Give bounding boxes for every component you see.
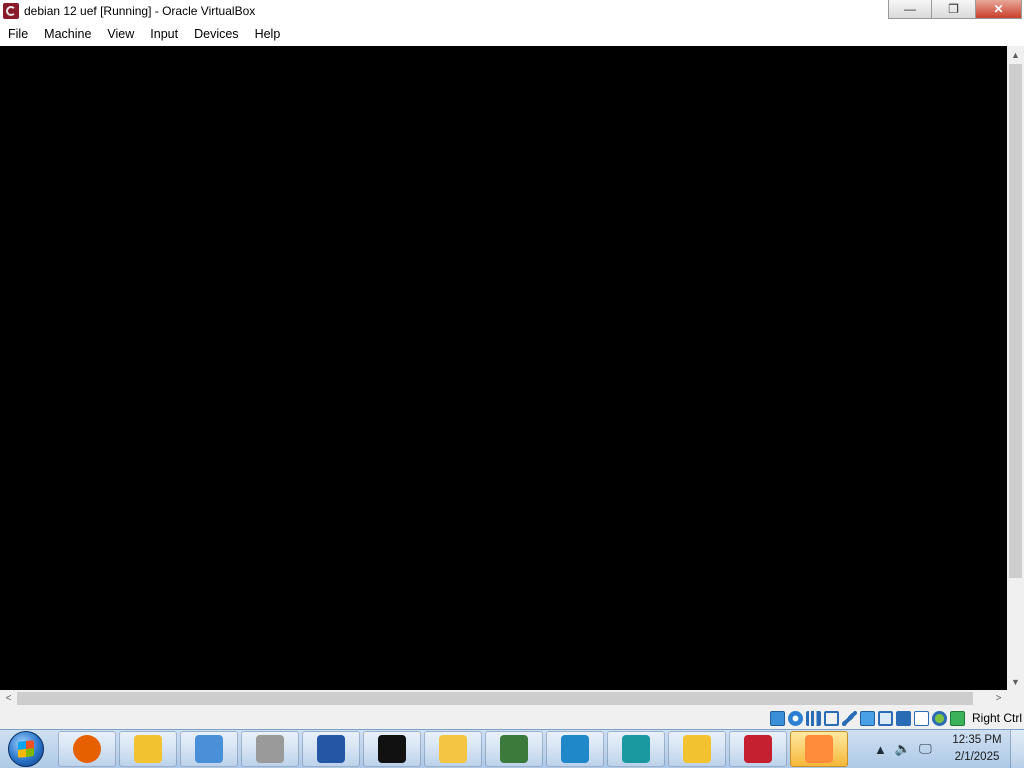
- minimize-button[interactable]: —: [888, 0, 932, 19]
- show-desktop-button[interactable]: [1010, 730, 1024, 768]
- keyboard-icon[interactable]: [949, 710, 965, 726]
- taskbar-button-virtualbox-app[interactable]: [546, 731, 604, 767]
- shared-folders-icon[interactable]: [859, 710, 875, 726]
- taskbar-button-arrows-app[interactable]: [668, 731, 726, 767]
- scroll-down-icon[interactable]: ▼: [1007, 673, 1024, 690]
- taskbar-button-virtualbox-running[interactable]: [790, 731, 848, 767]
- taskbar: ▲ 🔈 🖵 12:35 PM 2/1/2025: [0, 729, 1024, 768]
- taskbar-button-file-explorer[interactable]: [424, 731, 482, 767]
- scroll-right-icon[interactable]: >: [990, 690, 1007, 707]
- taskbar-button-settings-app[interactable]: [241, 731, 299, 767]
- show-hidden-icons-icon[interactable]: ▲: [874, 742, 887, 757]
- menu-machine[interactable]: Machine: [36, 27, 99, 41]
- start-button[interactable]: [4, 731, 48, 767]
- taskbar-button-powershell[interactable]: [302, 731, 360, 767]
- window-title: debian 12 uef [Running] - Oracle Virtual…: [24, 4, 256, 18]
- host-key-label: Right Ctrl: [971, 711, 1022, 725]
- menu-view[interactable]: View: [99, 27, 142, 41]
- network-tray-icon[interactable]: 🖵: [919, 741, 932, 757]
- menu-bar: File Machine View Input Devices Help: [0, 22, 1024, 46]
- vertical-scrollbar[interactable]: ▲ ▼: [1007, 46, 1024, 690]
- taskbar-button-computer-app[interactable]: [180, 731, 238, 767]
- firefox-icon: [73, 735, 101, 763]
- display-icon[interactable]: [877, 710, 893, 726]
- vs-app-icon: [622, 735, 650, 763]
- usb-icon[interactable]: [841, 710, 857, 726]
- audio-icon[interactable]: [805, 710, 821, 726]
- powershell-icon: [317, 735, 345, 763]
- file-explorer-icon: [439, 735, 467, 763]
- storage-icon[interactable]: [769, 710, 785, 726]
- pond-app-icon: [500, 735, 528, 763]
- arrows-app-icon: [683, 735, 711, 763]
- virtualbox-app-icon: [3, 3, 19, 19]
- horizontal-scrollbar[interactable]: < >: [0, 690, 1007, 707]
- vm-status-bar: Right Ctrl: [0, 707, 1024, 729]
- clock-date: 2/1/2025: [954, 751, 1000, 763]
- bee-app-icon: [134, 735, 162, 763]
- window-title-bar[interactable]: debian 12 uef [Running] - Oracle Virtual…: [0, 0, 1024, 22]
- video-capture-icon[interactable]: [895, 710, 911, 726]
- menu-input[interactable]: Input: [142, 27, 186, 41]
- taskbar-button-pond-app[interactable]: [485, 731, 543, 767]
- taskbar-button-vs-app[interactable]: [607, 731, 665, 767]
- command-prompt-icon: [378, 735, 406, 763]
- taskbar-button-firefox[interactable]: [58, 731, 116, 767]
- settings-app-icon: [256, 735, 284, 763]
- window-controls: — ❐ ✕: [888, 0, 1022, 20]
- close-button[interactable]: ✕: [976, 0, 1022, 19]
- clock[interactable]: 12:35 PM 2/1/2025: [946, 732, 1008, 766]
- taskbar-button-x64-debugger[interactable]: [729, 731, 787, 767]
- windows-logo-icon: [8, 731, 44, 767]
- optical-disk-icon[interactable]: [787, 710, 803, 726]
- clock-time: 12:35 PM: [952, 734, 1002, 746]
- horizontal-scroll-thumb[interactable]: [17, 692, 973, 705]
- system-tray: ▲ 🔈 🖵: [874, 731, 940, 767]
- taskbar-button-bee-app[interactable]: [119, 731, 177, 767]
- menu-devices[interactable]: Devices: [186, 27, 246, 41]
- mouse-integration-icon[interactable]: [931, 710, 947, 726]
- computer-app-icon: [195, 735, 223, 763]
- taskbar-button-command-prompt[interactable]: [363, 731, 421, 767]
- menu-help[interactable]: Help: [247, 27, 289, 41]
- scroll-corner: [1007, 690, 1024, 707]
- virtualization-icon[interactable]: [913, 710, 929, 726]
- virtualbox-running-icon: [805, 735, 833, 763]
- scroll-up-icon[interactable]: ▲: [1007, 46, 1024, 63]
- vm-display[interactable]: [0, 46, 1007, 690]
- restore-button[interactable]: ❐: [932, 0, 976, 19]
- x64-debugger-icon: [744, 735, 772, 763]
- volume-icon[interactable]: 🔈: [895, 741, 911, 757]
- scroll-left-icon[interactable]: <: [0, 690, 17, 707]
- menu-file[interactable]: File: [0, 27, 36, 41]
- vertical-scroll-thumb[interactable]: [1009, 64, 1022, 578]
- virtualbox-app-icon: [561, 735, 589, 763]
- network-icon[interactable]: [823, 710, 839, 726]
